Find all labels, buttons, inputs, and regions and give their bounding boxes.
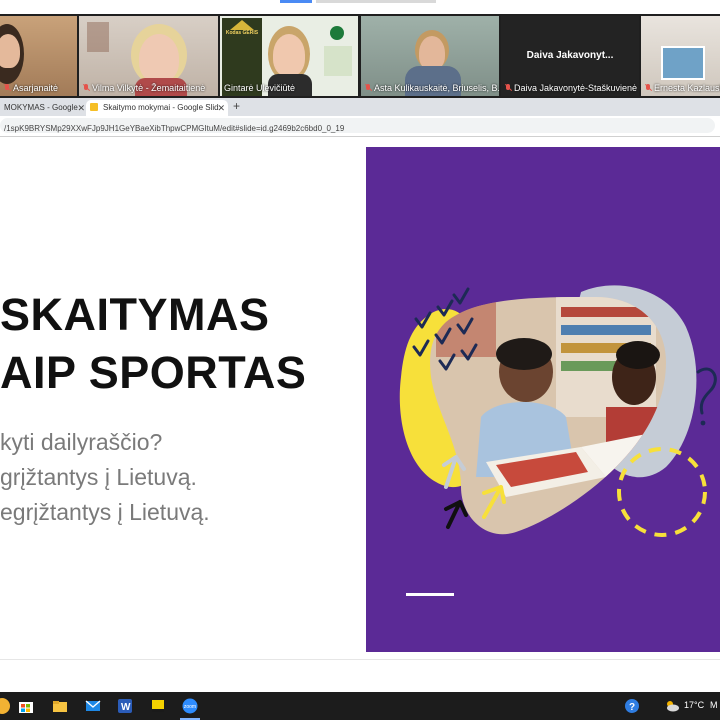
zoom-app-icon[interactable]: zoom <box>182 698 198 714</box>
muted-mic-icon <box>365 84 371 92</box>
muted-mic-icon <box>645 84 651 92</box>
slide-subtitle-line-2: grįžtantys į Lietuvą. <box>0 464 197 490</box>
participant-tile-no-video[interactable]: Daiva Jakavonyt... Daiva Jakavonytė-Staš… <box>501 16 639 96</box>
url-text: /1spK9BRYSMp29XXwFJp9JH1GeYBaeXibThpwCPM… <box>4 124 345 133</box>
participant-tile-active-speaker[interactable]: Kodas GĖRIS Gintarė Ulevičiūtė <box>220 16 358 96</box>
slide-title-line-1: SKAITYMAS <box>0 289 270 340</box>
slide-accent-line <box>406 593 454 596</box>
file-explorer-icon[interactable] <box>52 698 68 714</box>
participant-name: Gintarė Ulevičiūtė <box>224 83 296 93</box>
mail-icon[interactable] <box>85 698 101 714</box>
participant-name: Asarjanaitė <box>2 82 77 95</box>
help-icon[interactable]: ? <box>624 698 640 714</box>
participant-display-name: Daiva Jakavonyt... <box>526 50 614 61</box>
participant-tile[interactable]: Ernesta Kazlausk <box>641 16 720 96</box>
weather-cloud-icon[interactable] <box>664 698 680 714</box>
muted-mic-icon <box>4 84 10 92</box>
microsoft-store-icon[interactable] <box>18 698 34 714</box>
muted-mic-icon <box>505 84 511 92</box>
participant-tile[interactable]: Asta Kulikauskaitė, Briuselis, B... <box>361 16 499 96</box>
zoom-indicator <box>316 0 436 3</box>
slide-title-line-2: AIP SPORTAS <box>0 347 307 398</box>
emblem-icon <box>330 26 344 40</box>
slide-image-panel <box>366 147 720 652</box>
word-icon[interactable]: W <box>117 698 133 714</box>
new-tab-button[interactable]: + <box>233 99 240 113</box>
wall-picture <box>661 46 705 80</box>
browser-tab-bar: MOKYMAS - Google ✕ Skaitymo mokymai - Go… <box>0 98 720 116</box>
url-field[interactable]: /1spK9BRYSMp29XXwFJp9JH1GeYBaeXibThpwCPM… <box>0 118 715 133</box>
logo-roof-icon <box>230 20 254 30</box>
participant-name: Asta Kulikauskaitė, Briuselis, B... <box>363 82 499 95</box>
svg-text:W: W <box>121 702 131 713</box>
question-mark-doodle <box>696 367 717 415</box>
browser-tab-active[interactable]: Skaitymo mokymai - Google Slid ✕ <box>86 100 228 116</box>
zoom-top-band <box>0 0 720 14</box>
participant-name: Vilma Vilkytė - Žemaitaitienė <box>81 82 218 95</box>
participant-tile[interactable]: Vilma Vilkytė - Žemaitaitienė <box>79 16 218 96</box>
participant-tile[interactable]: Asarjanaitė <box>0 16 77 96</box>
close-tab-icon[interactable]: ✕ <box>77 100 85 116</box>
app-icon-partial[interactable] <box>0 698 10 714</box>
slide-divider <box>0 659 720 660</box>
slide-subtitle-line-1: kyti dailyraščio? <box>0 429 163 455</box>
close-tab-icon[interactable]: ✕ <box>217 100 225 116</box>
participant-name: Daiva Jakavonytė-Staškuvienė <box>503 82 639 95</box>
browser-tab[interactable]: MOKYMAS - Google ✕ <box>0 100 88 116</box>
svg-text:?: ? <box>629 702 635 713</box>
slide-subtitle-line-3: egrįžtantys į Lietuvą. <box>0 499 210 525</box>
reading-kids-illustration <box>399 285 717 537</box>
muted-mic-icon <box>83 84 89 92</box>
backdrop-poster <box>324 46 352 76</box>
zoom-participant-strip: Asarjanaitė Vilma Vilkytė - Žemaitaitien… <box>0 0 720 98</box>
windows-taskbar: W zoom ? 17°C M <box>0 692 720 720</box>
address-bar: /1spK9BRYSMp29XXwFJp9JH1GeYBaeXibThpwCPM… <box>0 116 720 137</box>
google-slides-icon <box>90 103 98 111</box>
zoom-indicator <box>280 0 312 3</box>
svg-text:zoom: zoom <box>184 704 196 710</box>
slide-canvas: SKAITYMAS AIP SPORTAS kyti dailyraščio? … <box>0 137 720 692</box>
tray-label[interactable]: M <box>710 700 718 710</box>
sticky-notes-icon[interactable] <box>150 698 166 714</box>
participant-name: Ernesta Kazlausk <box>643 82 720 95</box>
weather-temperature[interactable]: 17°C <box>684 700 704 710</box>
